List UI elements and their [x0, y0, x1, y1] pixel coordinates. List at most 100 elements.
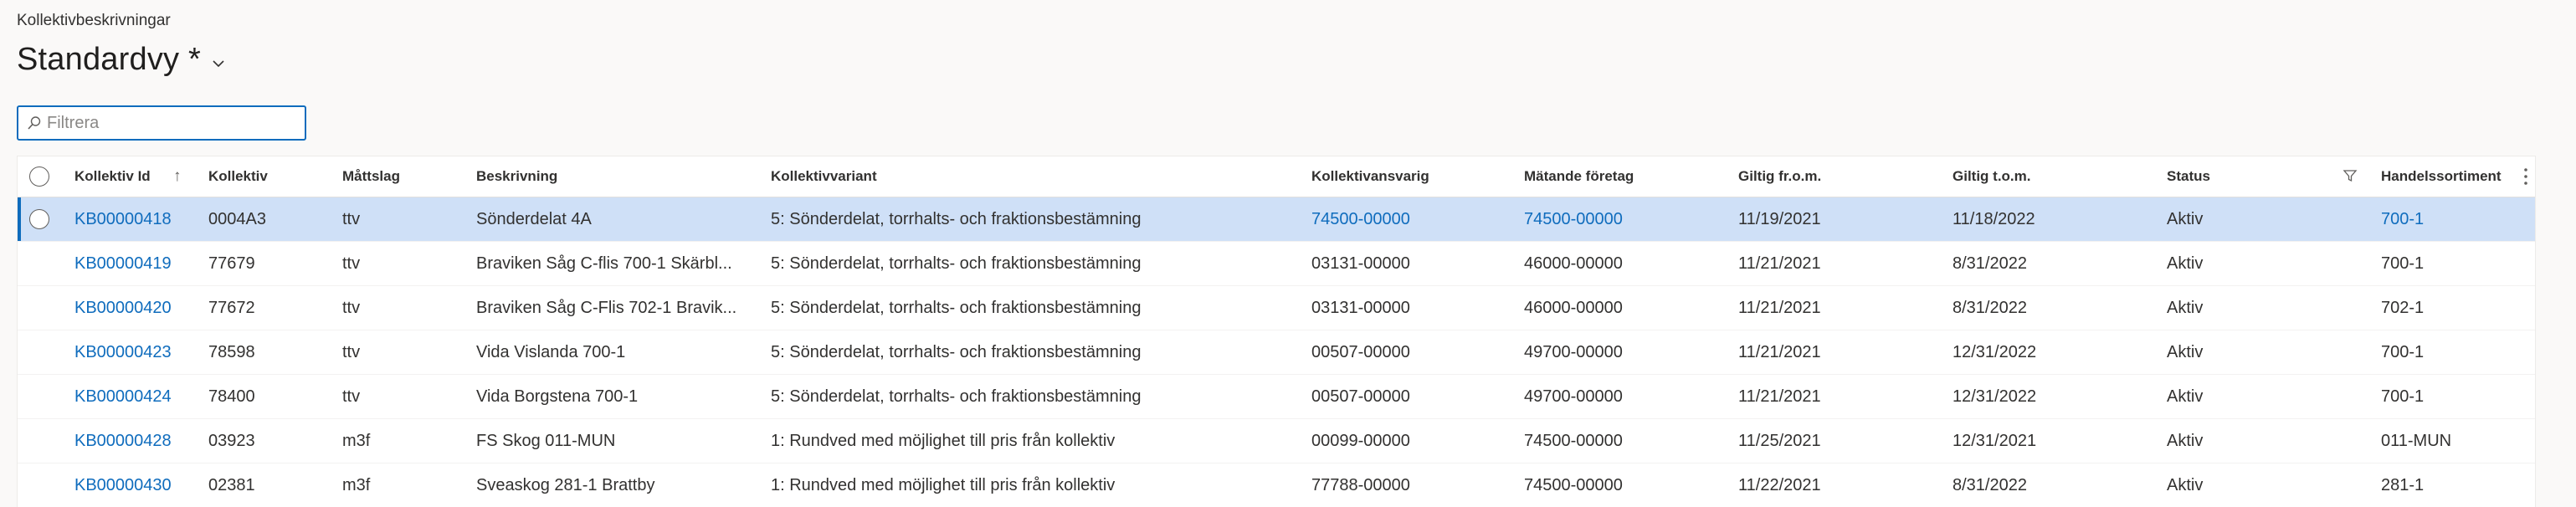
- beskrivning-cell: Vida Borgstena 700-1: [476, 387, 639, 406]
- column-header-kollektiv-id[interactable]: Kollektiv Id: [74, 156, 151, 197]
- chevron-down-icon[interactable]: [209, 54, 228, 73]
- giltig-tom-cell: 8/31/2022: [1953, 254, 2027, 273]
- column-header-kollektivvariant[interactable]: Kollektivvariant: [771, 156, 877, 197]
- status-cell: Aktiv: [2167, 432, 2204, 450]
- kollektivansvarig-link[interactable]: 74500-00000: [1311, 197, 1410, 241]
- row-select-radio[interactable]: [29, 209, 49, 229]
- beskrivning-cell: Sveaskog 281-1 Brattby: [476, 476, 655, 494]
- handelssortiment-cell: 700-1: [2381, 254, 2425, 273]
- status-cell: Aktiv: [2167, 299, 2204, 317]
- kollektivvariant-cell: 5: Sönderdelat, torrhalts- och fraktions…: [771, 343, 1142, 361]
- handelssortiment-link[interactable]: 700-1: [2381, 197, 2424, 241]
- handelssortiment-cell: 702-1: [2381, 299, 2425, 317]
- column-header-handelssortiment[interactable]: Handelssortiment: [2381, 156, 2502, 197]
- kollektivvariant-cell: 5: Sönderdelat, torrhalts- och fraktions…: [771, 210, 1142, 228]
- table-row[interactable]: KB00000418 0004A3 ttv Sönderdelat 4A 5: …: [18, 197, 2535, 242]
- column-header-kollektivansvarig[interactable]: Kollektivansvarig: [1311, 156, 1429, 197]
- matande-foretag-cell: 74500-00000: [1524, 476, 1623, 494]
- matande-foretag-cell: 46000-00000: [1524, 254, 1623, 273]
- filter-funnel-icon[interactable]: [2343, 168, 2358, 183]
- breadcrumb[interactable]: Kollektivbeskrivningar: [17, 12, 171, 30]
- kollektiv-id-link[interactable]: KB00000420: [74, 286, 172, 330]
- kollektivvariant-cell: 5: Sönderdelat, torrhalts- och fraktions…: [771, 299, 1142, 317]
- more-vertical-icon[interactable]: [2523, 167, 2528, 186]
- giltig-from-cell: 11/21/2021: [1738, 343, 1821, 361]
- giltig-tom-cell: 12/31/2022: [1953, 343, 2037, 361]
- filter-input[interactable]: [47, 113, 290, 133]
- table-row[interactable]: KB00000430 02381 m3f Sveaskog 281-1 Brat…: [18, 463, 2535, 507]
- kollektivansvarig-cell: 00507-00000: [1311, 343, 1410, 361]
- matande-foretag-cell: 49700-00000: [1524, 387, 1623, 406]
- status-cell: Aktiv: [2167, 476, 2204, 494]
- beskrivning-cell: Vida Vislanda 700-1: [476, 343, 626, 361]
- handelssortiment-cell: 700-1: [2381, 387, 2425, 406]
- kollektiv-cell: 02381: [208, 476, 255, 494]
- table-row[interactable]: KB00000420 77672 ttv Braviken Såg C-Flis…: [18, 286, 2535, 330]
- mattslag-cell: m3f: [342, 476, 371, 494]
- column-header-status[interactable]: Status: [2167, 156, 2210, 197]
- search-icon: [28, 116, 41, 130]
- beskrivning-cell: Sönderdelat 4A: [476, 210, 592, 228]
- giltig-tom-cell: 12/31/2021: [1953, 432, 2037, 450]
- kollektiv-id-link[interactable]: KB00000419: [74, 242, 172, 285]
- kollektiv-cell: 77679: [208, 254, 255, 273]
- giltig-from-cell: 11/22/2021: [1738, 476, 1821, 494]
- mattslag-cell: ttv: [342, 299, 361, 317]
- mattslag-cell: ttv: [342, 254, 361, 273]
- kollektiv-id-link[interactable]: KB00000428: [74, 419, 172, 463]
- kollektivansvarig-cell: 00099-00000: [1311, 432, 1410, 450]
- kollektiv-cell: 0004A3: [208, 210, 266, 228]
- column-header-giltig-from[interactable]: Giltig fr.o.m.: [1738, 156, 1821, 197]
- kollektiv-id-link[interactable]: KB00000424: [74, 375, 172, 418]
- table-row[interactable]: KB00000428 03923 m3f FS Skog 011-MUN 1: …: [18, 419, 2535, 463]
- matande-foretag-link[interactable]: 74500-00000: [1524, 197, 1623, 241]
- kollektiv-cell: 77672: [208, 299, 255, 317]
- kollektiv-cell: 78598: [208, 343, 255, 361]
- table-row[interactable]: KB00000424 78400 ttv Vida Borgstena 700-…: [18, 375, 2535, 419]
- kollektivansvarig-cell: 03131-00000: [1311, 254, 1410, 273]
- kollektivansvarig-cell: 77788-00000: [1311, 476, 1410, 494]
- giltig-from-cell: 11/21/2021: [1738, 299, 1821, 317]
- matande-foretag-cell: 49700-00000: [1524, 343, 1623, 361]
- column-header-mattslag[interactable]: Måttslag: [342, 156, 400, 197]
- kollektiv-cell: 03923: [208, 432, 255, 450]
- table-row[interactable]: KB00000419 77679 ttv Braviken Såg C-flis…: [18, 242, 2535, 286]
- beskrivning-cell: FS Skog 011-MUN: [476, 432, 616, 450]
- kollektivvariant-cell: 5: Sönderdelat, torrhalts- och fraktions…: [771, 254, 1142, 273]
- status-cell: Aktiv: [2167, 387, 2204, 406]
- giltig-from-cell: 11/21/2021: [1738, 254, 1821, 273]
- matande-foretag-cell: 74500-00000: [1524, 432, 1623, 450]
- page-title[interactable]: Standardvy *: [17, 42, 201, 78]
- handelssortiment-cell: 281-1: [2381, 476, 2425, 494]
- matande-foretag-cell: 46000-00000: [1524, 299, 1623, 317]
- giltig-from-cell: 11/25/2021: [1738, 432, 1821, 450]
- status-cell: Aktiv: [2167, 343, 2204, 361]
- grid-header: Kollektiv Id ↑ Kollektiv Måttslag Beskri…: [18, 156, 2535, 197]
- kollektivvariant-cell: 5: Sönderdelat, torrhalts- och fraktions…: [771, 387, 1142, 406]
- mattslag-cell: ttv: [342, 343, 361, 361]
- handelssortiment-cell: 700-1: [2381, 343, 2425, 361]
- giltig-tom-cell: 8/31/2022: [1953, 299, 2027, 317]
- column-header-beskrivning[interactable]: Beskrivning: [476, 156, 557, 197]
- status-cell: Aktiv: [2167, 254, 2204, 273]
- beskrivning-cell: Braviken Såg C-flis 700-1 Skärbl...: [476, 254, 732, 273]
- column-header-matande-foretag[interactable]: Mätande företag: [1524, 156, 1634, 197]
- table-row[interactable]: KB00000423 78598 ttv Vida Vislanda 700-1…: [18, 330, 2535, 375]
- mattslag-cell: ttv: [342, 387, 361, 406]
- kollektiv-id-link[interactable]: KB00000418: [74, 197, 172, 241]
- column-header-kollektiv[interactable]: Kollektiv: [208, 156, 268, 197]
- kollektivvariant-cell: 1: Rundved med möjlighet till pris från …: [771, 476, 1116, 494]
- column-header-giltig-tom[interactable]: Giltig t.o.m.: [1953, 156, 2031, 197]
- kollektiv-cell: 78400: [208, 387, 255, 406]
- status-cell: Aktiv: [2167, 210, 2204, 228]
- sort-ascending-icon[interactable]: ↑: [173, 156, 182, 197]
- giltig-from-cell: 11/19/2021: [1738, 210, 1821, 228]
- select-all-radio[interactable]: [29, 166, 49, 187]
- filter-field[interactable]: [17, 105, 306, 141]
- kollektiv-id-link[interactable]: KB00000423: [74, 330, 172, 374]
- kollektivansvarig-cell: 03131-00000: [1311, 299, 1410, 317]
- view-selector[interactable]: Standardvy *: [17, 42, 228, 78]
- kollektivvariant-cell: 1: Rundved med möjlighet till pris från …: [771, 432, 1116, 450]
- kollektiv-id-link[interactable]: KB00000430: [74, 463, 172, 507]
- giltig-tom-cell: 12/31/2022: [1953, 387, 2037, 406]
